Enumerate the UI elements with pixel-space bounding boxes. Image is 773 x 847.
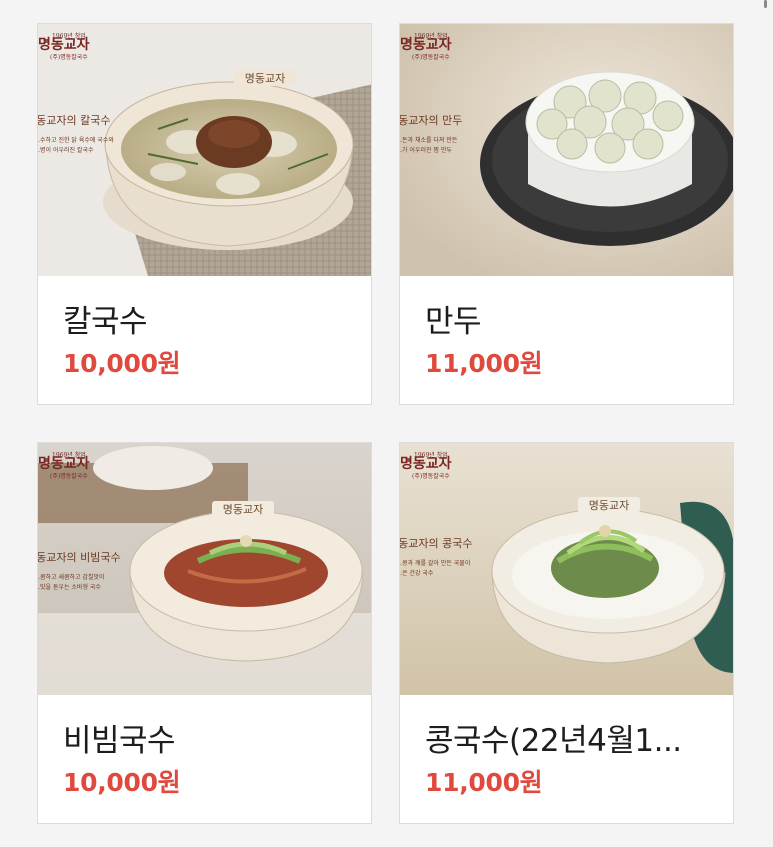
menu-card-bibim-guksu[interactable]: 명동교자 1969년 창업 명동교자 (주)명동칼국수 명동교자의 비빔국수 …… — [37, 442, 372, 824]
svg-text:…돈과 채소를 다져 만든: …돈과 채소를 다져 만든 — [400, 136, 458, 144]
menu-price: 10,000원 — [63, 349, 181, 378]
svg-text:(주)명동칼국수: (주)명동칼국수 — [50, 472, 88, 480]
menu-photo-mandu: 1969년 창업 명동교자 (주)명동칼국수 명동교자의 만두 …돈과 채소를 … — [400, 24, 733, 276]
scroll-indicator[interactable] — [764, 0, 767, 8]
bowl-brand-mark: 명동교자 — [589, 499, 629, 512]
menu-card-mandu[interactable]: 1969년 창업 명동교자 (주)명동칼국수 명동교자의 만두 …돈과 채소를 … — [399, 23, 734, 405]
menu-price: 11,000원 — [425, 768, 543, 797]
menu-name: 만두 — [425, 304, 482, 340]
svg-text:명동교자: 명동교자 — [400, 455, 452, 472]
menu-photo-kalguksu: 명동교자 1969년 창업 명동교자 (주)명동칼국수 명동교자의 칼국수 …수… — [38, 24, 371, 276]
svg-text:명동교자의 비빔국수: 명동교자의 비빔국수 — [38, 551, 121, 564]
svg-text:…은 건강 국수: …은 건강 국수 — [400, 569, 434, 577]
menu-photo-kongguksu: 명동교자 1969년 창업 명동교자 (주)명동칼국수 명동교자의 콩국수 …콩… — [400, 443, 733, 695]
menu-card-kongguksu[interactable]: 명동교자 1969년 창업 명동교자 (주)명동칼국수 명동교자의 콩국수 …콩… — [399, 442, 734, 824]
svg-text:…콤하고 새콤하고 감칠맛이: …콤하고 새콤하고 감칠맛이 — [38, 573, 105, 581]
svg-text:…병이 어우러진 칼국수: …병이 어우러진 칼국수 — [38, 146, 94, 154]
svg-text:…맛을 돋우는 소바형 국수: …맛을 돋우는 소바형 국수 — [38, 583, 101, 591]
menu-price: 11,000원 — [425, 349, 543, 378]
svg-text:…콩과 깨를 갈아 만든 국물이: …콩과 깨를 갈아 만든 국물이 — [400, 559, 470, 567]
svg-text:(주)명동칼국수: (주)명동칼국수 — [50, 53, 88, 61]
svg-text:명동교자: 명동교자 — [38, 455, 90, 472]
svg-text:명동교자: 명동교자 — [400, 36, 452, 53]
menu-card-kalguksu[interactable]: 명동교자 1969년 창업 명동교자 (주)명동칼국수 명동교자의 칼국수 …수… — [37, 23, 372, 405]
svg-text:…수하고 진한 닭 육수에 국수와: …수하고 진한 닭 육수에 국수와 — [38, 136, 114, 144]
svg-text:명동교자: 명동교자 — [38, 36, 90, 53]
svg-text:명동교자의 칼국수: 명동교자의 칼국수 — [38, 114, 110, 127]
menu-name: 비빔국수 — [63, 723, 176, 759]
svg-text:명동교자의 만두: 명동교자의 만두 — [400, 114, 462, 127]
menu-price: 10,000원 — [63, 768, 181, 797]
svg-text:(주)명동칼국수: (주)명동칼국수 — [412, 53, 450, 61]
menu-photo-bibim-guksu: 명동교자 1969년 창업 명동교자 (주)명동칼국수 명동교자의 비빔국수 …… — [38, 443, 371, 695]
svg-text:(주)명동칼국수: (주)명동칼국수 — [412, 472, 450, 480]
menu-name: 칼국수 — [63, 304, 148, 340]
svg-text:…가 어우러진 찜 만두: …가 어우러진 찜 만두 — [400, 146, 452, 154]
bowl-brand-mark: 명동교자 — [245, 72, 285, 85]
svg-text:명동교자의 콩국수: 명동교자의 콩국수 — [400, 537, 472, 550]
bowl-brand-mark: 명동교자 — [223, 503, 263, 516]
menu-name: 콩국수(22년4월1... — [425, 723, 682, 759]
